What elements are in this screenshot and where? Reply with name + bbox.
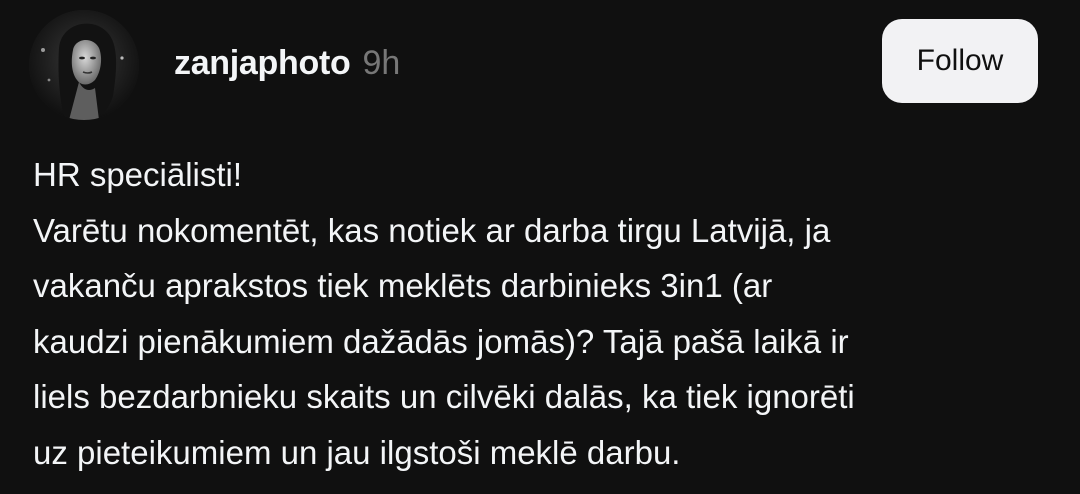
post-card: zanjaphoto 9h Follow HR speciālisti! Var… xyxy=(0,0,1080,494)
post-text-line: uz pieteikumiem un jau ilgstoši meklē da… xyxy=(33,433,681,471)
profile-photo-icon xyxy=(29,10,139,120)
avatar[interactable] xyxy=(29,10,139,120)
post-text-line: kaudzi pienākumiem dažādās jomās)? Tajā … xyxy=(33,322,849,360)
post-text-line: Varētu nokomentēt, kas notiek ar darba t… xyxy=(33,211,831,249)
follow-button[interactable]: Follow xyxy=(882,19,1038,103)
post-header: zanjaphoto 9h xyxy=(174,40,400,86)
post-text: HR speciālisti! Varētu nokomentēt, kas n… xyxy=(33,147,1063,480)
post-text-line: vakanču aprakstos tiek meklēts darbiniek… xyxy=(33,267,773,304)
post-text-line: liels bezdarbnieku skaits un cilvēki dal… xyxy=(33,378,855,415)
username-link[interactable]: zanjaphoto xyxy=(174,44,351,83)
post-text-line: HR speciālisti! xyxy=(33,156,243,193)
post-timestamp: 9h xyxy=(362,43,401,82)
